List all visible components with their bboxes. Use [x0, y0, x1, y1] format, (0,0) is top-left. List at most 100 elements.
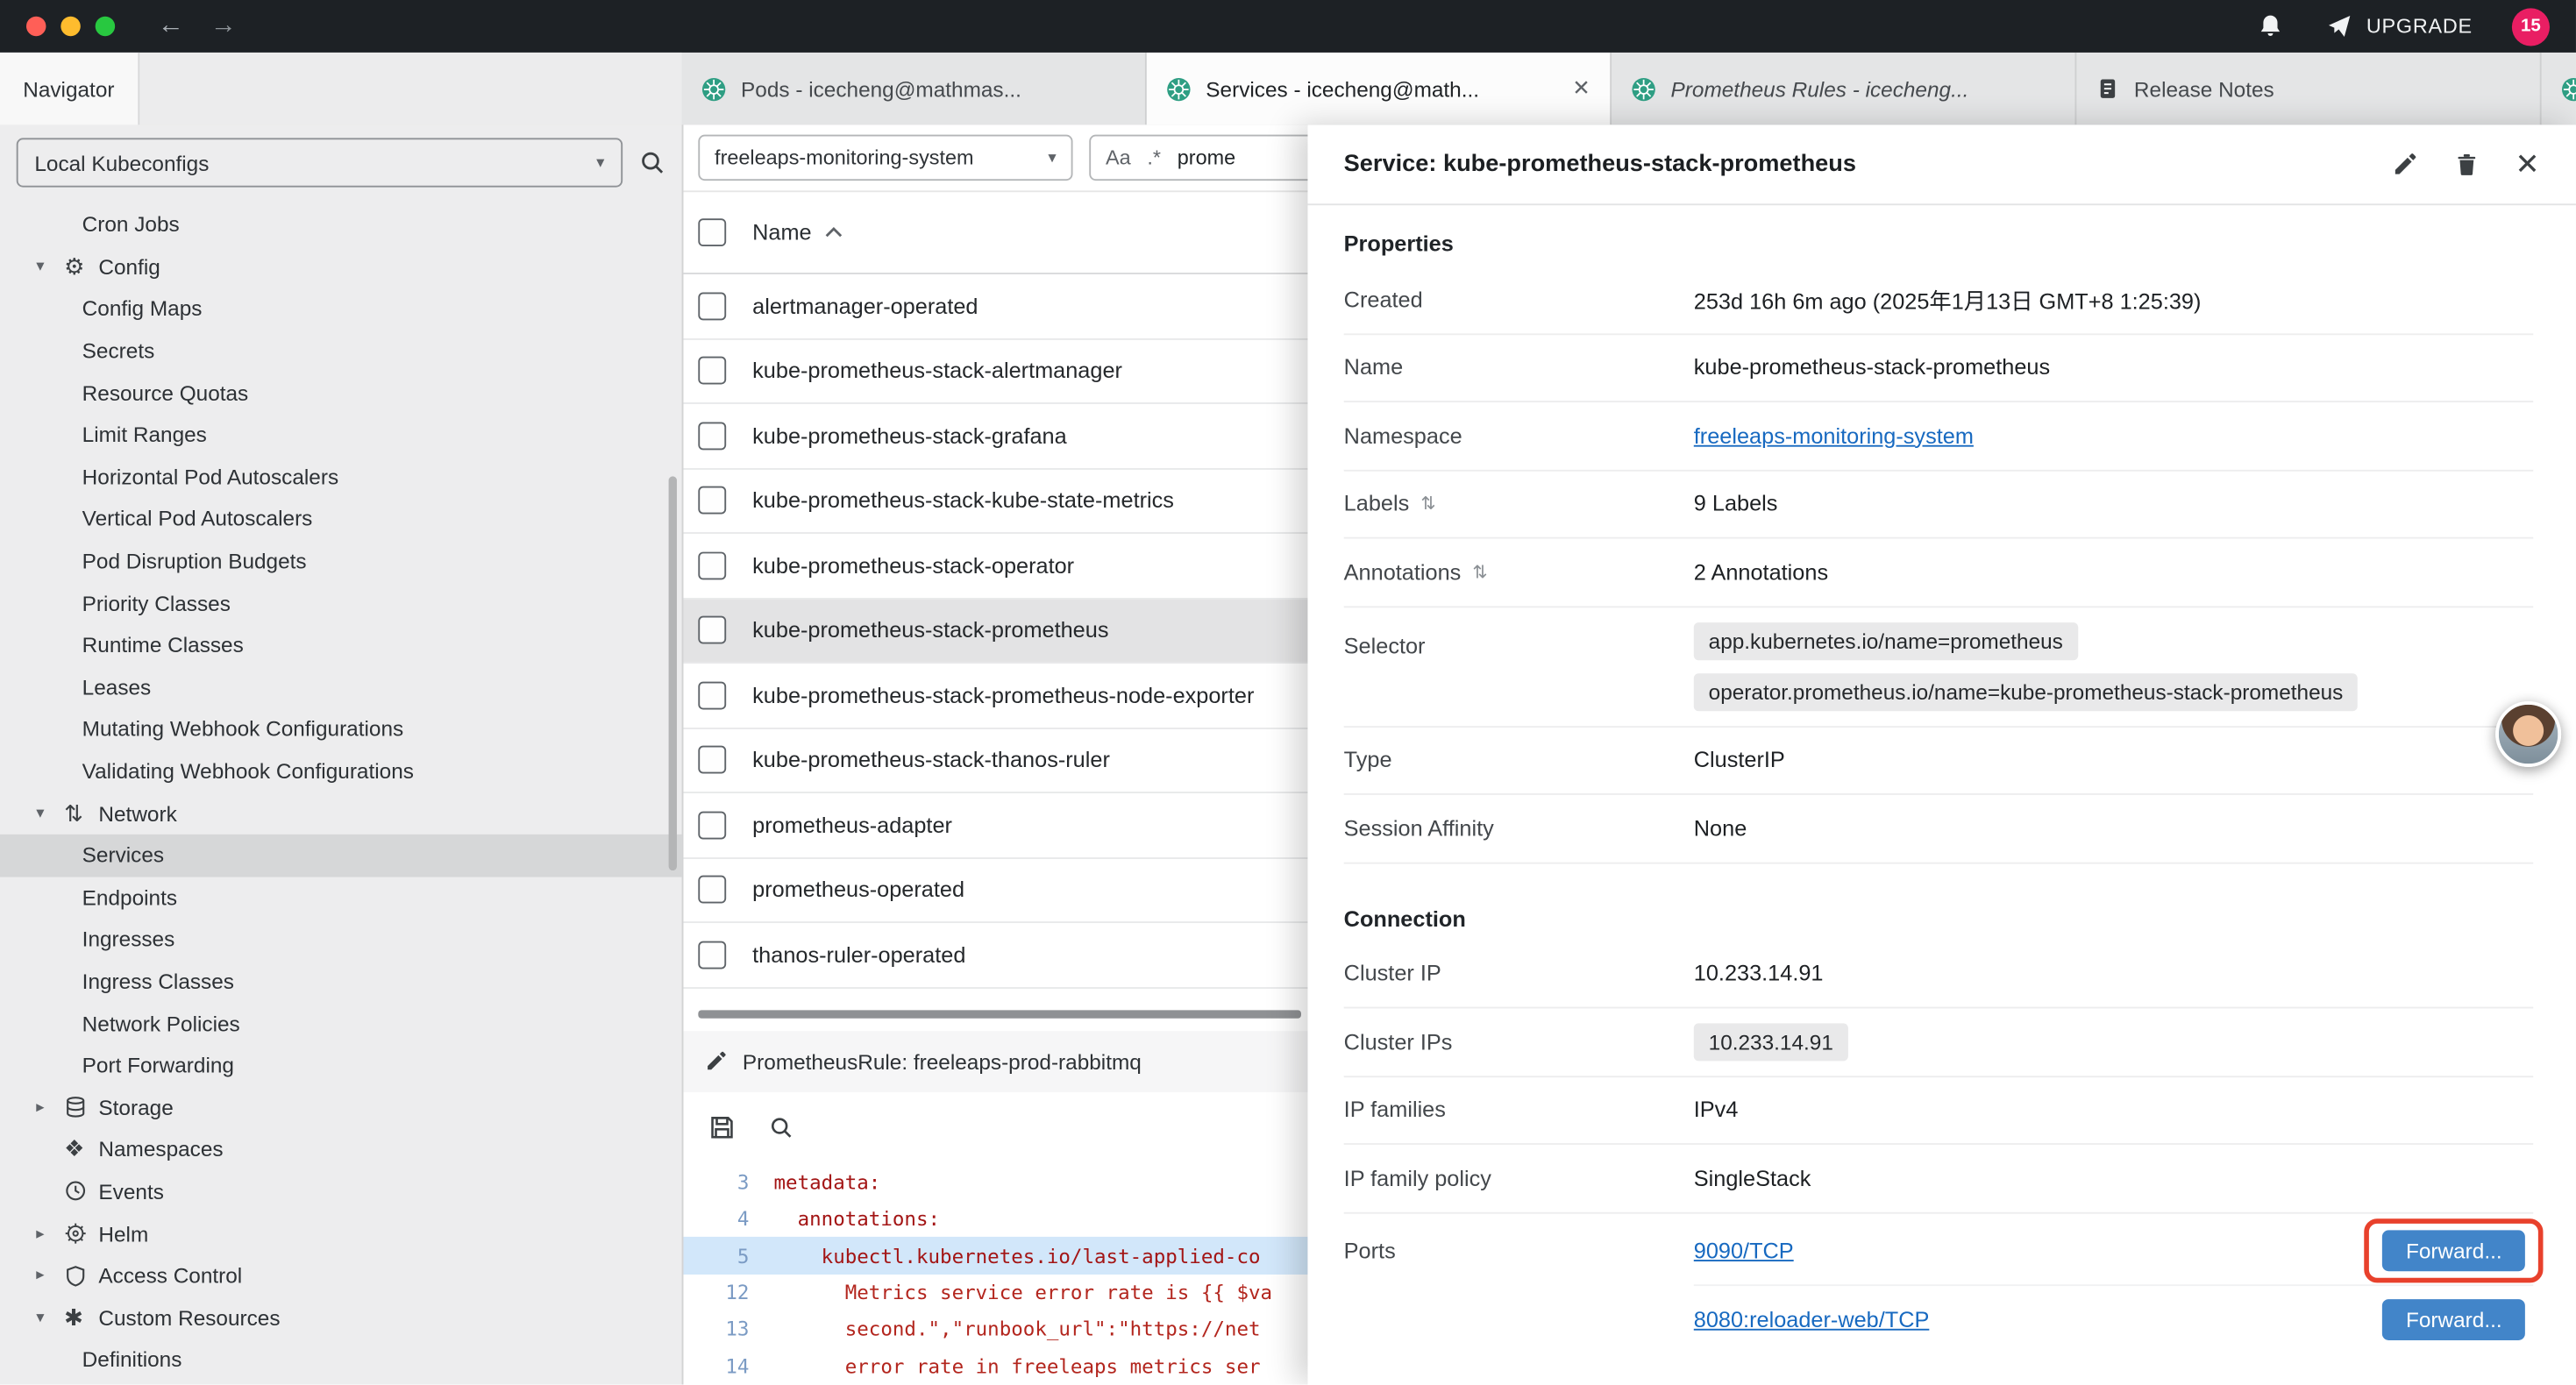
yaml-editor[interactable]: 3 metadata: 4 annotations: 5 kubectl.kub…	[683, 1164, 1307, 1385]
namespace-filter-select[interactable]: freeleaps-monitoring-system ▾	[698, 135, 1072, 181]
service-row[interactable]: kube-prometheus-stack-prometheus	[683, 599, 1307, 664]
match-case-toggle[interactable]: Aa	[1106, 146, 1131, 169]
selector-badge: operator.prometheus.io/name=kube-prometh…	[1694, 672, 2358, 710]
forward-button[interactable]: Forward...	[2383, 1298, 2525, 1339]
service-row[interactable]: kube-prometheus-stack-alertmanager	[683, 339, 1307, 404]
row-checkbox[interactable]	[698, 357, 726, 385]
sidebar-item[interactable]: Port Forwarding	[0, 1044, 682, 1086]
service-row[interactable]: kube-prometheus-stack-thanos-ruler	[683, 728, 1307, 793]
service-row[interactable]: alertmanager-operated	[683, 274, 1307, 339]
forward-arrow-icon[interactable]: →	[210, 13, 237, 39]
tab[interactable]: Prometheus Rules - icecheng... ✕	[1612, 53, 2076, 124]
tab[interactable]: Release Notes ✕	[2076, 53, 2541, 124]
sidebar-item[interactable]: ▾ ⇅ Network	[0, 792, 682, 835]
sidebar-item[interactable]: Pod Disruption Budgets	[0, 540, 682, 582]
row-checkbox[interactable]	[698, 551, 726, 579]
forward-button[interactable]: Forward...	[2383, 1229, 2525, 1270]
service-row[interactable]: kube-prometheus-stack-kube-state-metrics	[683, 469, 1307, 534]
row-checkbox[interactable]	[698, 681, 726, 709]
edit-button[interactable]	[2392, 151, 2418, 177]
sidebar-item[interactable]: Events	[0, 1170, 682, 1212]
ip-families-label: IP families	[1344, 1097, 1694, 1122]
table-horizontal-scrollbar[interactable]	[698, 1009, 1301, 1017]
line-number: 4	[683, 1208, 773, 1231]
tab[interactable]: Argo Se ✕	[2542, 53, 2576, 124]
minimize-window-button[interactable]	[60, 17, 80, 36]
sidebar-item[interactable]: Horizontal Pod Autoscalers	[0, 456, 682, 498]
editor-tab[interactable]: PrometheusRule: freeleaps-prod-rabbitmq	[683, 1031, 1307, 1091]
regex-toggle[interactable]: .*	[1147, 146, 1161, 169]
search-icon[interactable]	[639, 150, 665, 176]
sidebar-item[interactable]: Mutating Webhook Configurations	[0, 708, 682, 750]
sidebar-item[interactable]: Network Policies	[0, 1002, 682, 1044]
row-checkbox[interactable]	[698, 422, 726, 450]
sidebar-item[interactable]: Definitions	[0, 1339, 682, 1381]
namespace-link[interactable]: freeleaps-monitoring-system	[1694, 423, 1974, 448]
sidebar-scrollbar[interactable]	[669, 476, 677, 870]
service-row[interactable]: kube-prometheus-stack-operator	[683, 534, 1307, 599]
sidebar-item[interactable]: Cron Jobs	[0, 203, 682, 245]
port-link[interactable]: 9090/TCP	[1694, 1238, 1794, 1262]
sidebar-item[interactable]: Config Maps	[0, 288, 682, 330]
row-checkbox[interactable]	[698, 746, 726, 774]
code-line: 12 Metrics service error rate is {{ $va	[683, 1275, 1307, 1311]
tab[interactable]: Services - icecheng@math... ✕	[1147, 53, 1612, 124]
tab[interactable]: Pods - icecheng@mathmas... ✕	[682, 53, 1147, 124]
zoom-window-button[interactable]	[96, 17, 115, 36]
document-icon	[2096, 77, 2119, 100]
sidebar-item[interactable]: ❖ Namespaces	[0, 1128, 682, 1170]
sidebar-item[interactable]: Vertical Pod Autoscalers	[0, 498, 682, 540]
service-row[interactable]: kube-prometheus-stack-grafana	[683, 404, 1307, 469]
sidebar-item[interactable]: ▾ ⚙ Config	[0, 245, 682, 288]
row-checkbox[interactable]	[698, 292, 726, 320]
upgrade-button[interactable]: UPGRADE	[2327, 13, 2473, 39]
sidebar-item[interactable]: Limit Ranges	[0, 414, 682, 456]
sidebar-item[interactable]: Ingresses	[0, 919, 682, 961]
sidebar-item[interactable]: ▾ ✱ Custom Resources	[0, 1296, 682, 1339]
sort-toggle-icon[interactable]: ⇅	[1420, 494, 1435, 515]
editor-search-icon[interactable]	[769, 1116, 793, 1140]
row-checkbox[interactable]	[698, 811, 726, 839]
avatar[interactable]	[2495, 701, 2561, 767]
close-drawer-button[interactable]: ✕	[2515, 150, 2539, 180]
row-checkbox[interactable]	[698, 616, 726, 644]
save-icon[interactable]	[708, 1114, 737, 1142]
close-window-button[interactable]	[26, 17, 46, 36]
sidebar-item[interactable]: Resource Quotas	[0, 372, 682, 414]
row-checkbox[interactable]	[698, 876, 726, 904]
sidebar-item[interactable]: ▸ Helm	[0, 1212, 682, 1254]
content-area: Local Kubeconfigs ▾ Cron Jobs	[0, 124, 2576, 1384]
table-search-input[interactable]: Aa .* prome	[1089, 135, 1307, 181]
service-row[interactable]: kube-prometheus-stack-prometheus-node-ex…	[683, 664, 1307, 728]
name-column-header[interactable]: Name	[752, 220, 843, 245]
sidebar-item[interactable]: Runtime Classes	[0, 624, 682, 666]
sidebar-item[interactable]: Leases	[0, 666, 682, 708]
search-query-text: prome	[1178, 146, 1235, 169]
sort-toggle-icon[interactable]: ⇅	[1472, 561, 1487, 582]
row-checkbox[interactable]	[698, 941, 726, 969]
service-row[interactable]: thanos-ruler-operated	[683, 923, 1307, 988]
sidebar-item[interactable]: Secrets	[0, 330, 682, 372]
sidebar-item[interactable]: Priority Classes	[0, 582, 682, 624]
sidebar-item[interactable]: Endpoints	[0, 877, 682, 919]
sidebar-item[interactable]: Services	[0, 835, 682, 877]
sidebar-item[interactable]: ▸ Access Control	[0, 1254, 682, 1296]
select-all-checkbox[interactable]	[698, 218, 726, 246]
cluster-ip-row: Cluster IP 10.233.14.91	[1344, 941, 2534, 1009]
back-arrow-icon[interactable]: ←	[158, 13, 184, 39]
port-link[interactable]: 8080:reloader-web/TCP	[1694, 1307, 1930, 1332]
notifications-bell-icon[interactable]	[2258, 13, 2284, 39]
close-tab-icon[interactable]: ✕	[1572, 75, 1590, 102]
service-row[interactable]: prometheus-operated	[683, 858, 1307, 923]
labels-label: Labels	[1344, 492, 1410, 516]
line-number: 3	[683, 1171, 773, 1194]
cluster-ips-row: Cluster IPs 10.233.14.91	[1344, 1008, 2534, 1076]
kubeconfig-selector[interactable]: Local Kubeconfigs ▾	[17, 138, 623, 187]
sidebar-item[interactable]: ▸ Storage	[0, 1086, 682, 1128]
sidebar-item[interactable]: Validating Webhook Configurations	[0, 750, 682, 792]
notification-badge[interactable]: 15	[2512, 7, 2550, 45]
service-row[interactable]: prometheus-adapter	[683, 793, 1307, 858]
sidebar-item[interactable]: Ingress Classes	[0, 961, 682, 1003]
delete-button[interactable]	[2454, 152, 2479, 176]
row-checkbox[interactable]	[698, 487, 726, 515]
